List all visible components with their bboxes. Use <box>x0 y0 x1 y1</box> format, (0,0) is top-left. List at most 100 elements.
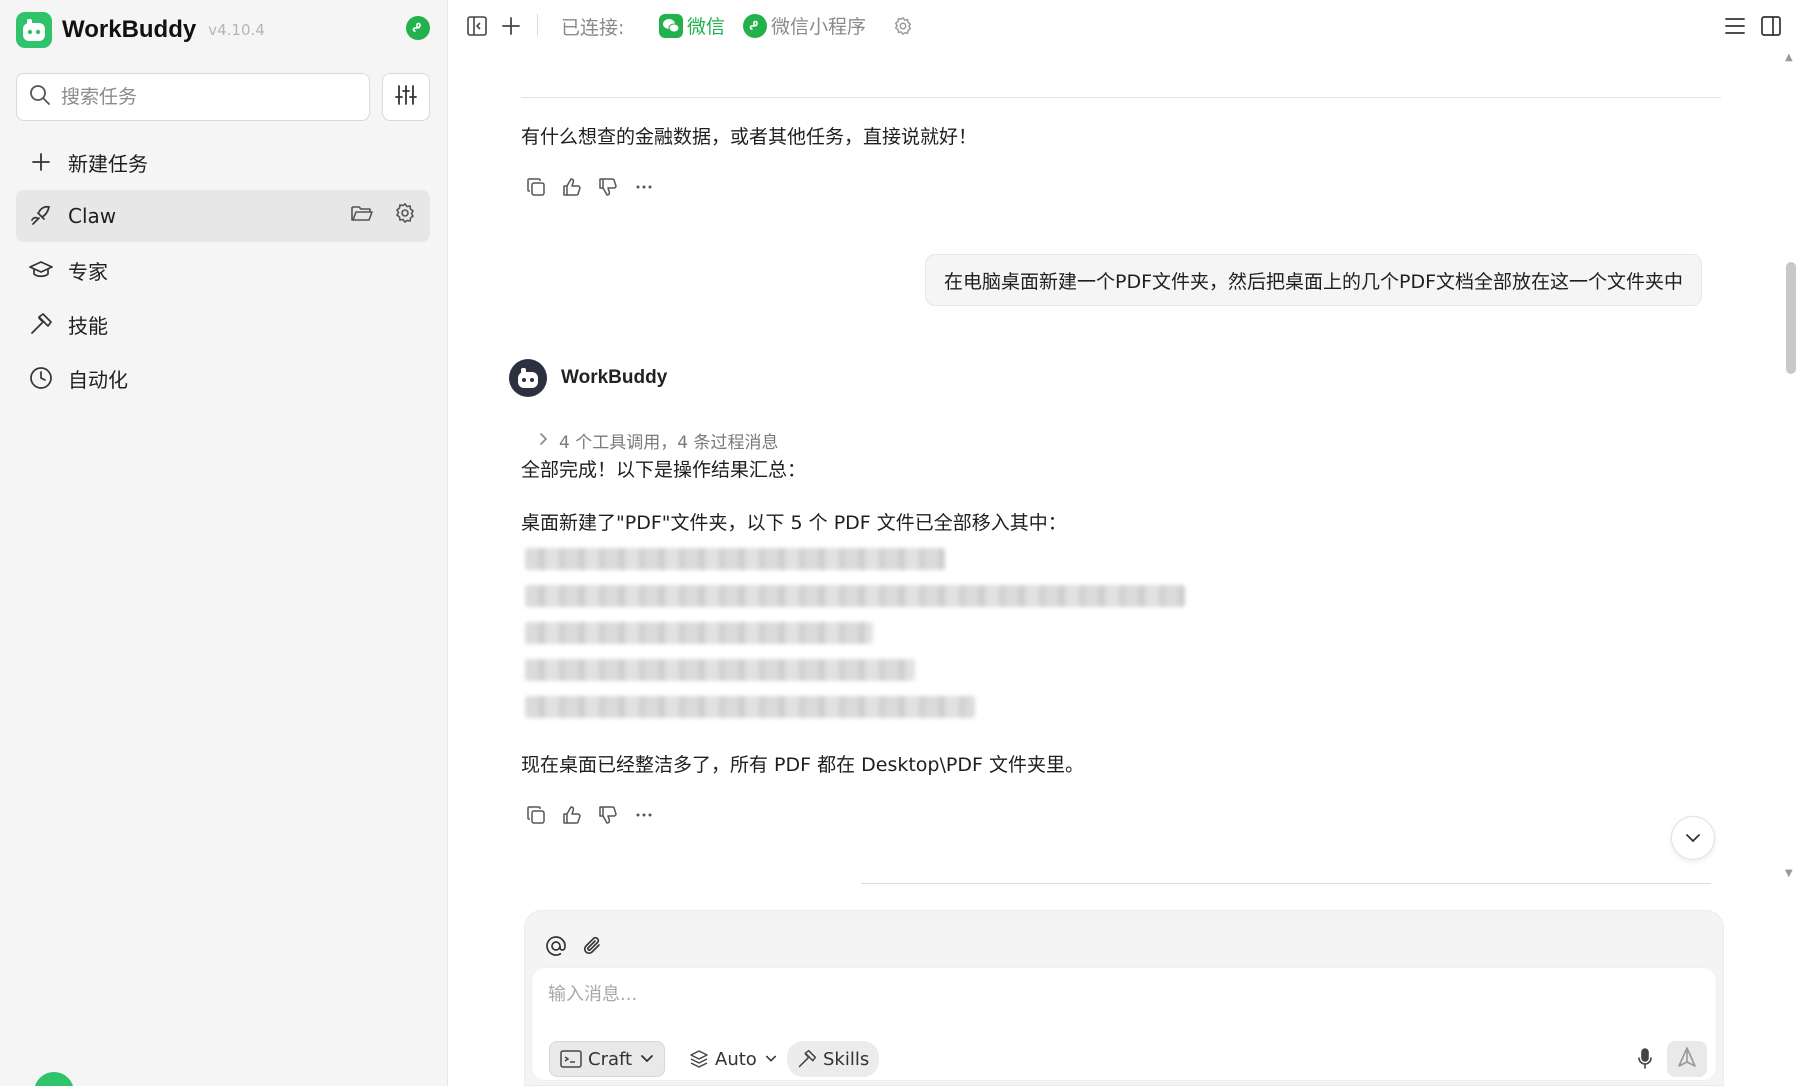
scroll-to-bottom-button[interactable] <box>1671 816 1715 860</box>
app-window: WorkBuddy v4.10.4 搜索任务 新建任务 Claw 专家 技能 自… <box>0 0 1798 1086</box>
message-divider <box>521 97 1721 98</box>
redacted-file-item <box>525 659 915 681</box>
menu-list-icon[interactable] <box>1723 14 1747 38</box>
more-options-icon[interactable] <box>633 176 655 198</box>
sidebar: WorkBuddy v4.10.4 搜索任务 新建任务 Claw 专家 技能 自… <box>0 0 448 1086</box>
user-avatar[interactable] <box>34 1072 74 1086</box>
workbuddy-logo-icon <box>16 12 52 48</box>
gear-icon[interactable] <box>394 202 416 229</box>
tool-calls-summary: 4 个工具调用，4 条过程消息 <box>559 433 779 453</box>
tool-hammer-icon <box>28 311 54 337</box>
search-icon <box>29 84 51 110</box>
chevron-down-icon <box>640 1054 654 1064</box>
wechat-icon <box>659 13 683 38</box>
layers-icon <box>689 1049 709 1069</box>
toolbar-divider <box>537 14 538 36</box>
version-label: v4.10.4 <box>208 21 265 39</box>
thumbs-up-icon[interactable] <box>561 804 583 826</box>
sliders-icon <box>395 84 417 110</box>
graduation-cap-icon <box>28 257 54 283</box>
scroll-thumb[interactable] <box>1786 262 1796 374</box>
redacted-file-item <box>525 585 1185 607</box>
sidebar-item-skills[interactable]: 技能 <box>16 298 430 350</box>
copy-icon[interactable] <box>525 176 547 198</box>
miniprogram-icon <box>743 13 767 38</box>
top-bar: 已连接: 微信 微信小程序 <box>449 0 1798 52</box>
clock-icon <box>28 365 54 391</box>
connection-wechat[interactable]: 微信 <box>659 12 725 39</box>
send-arrow-icon <box>1677 1046 1697 1072</box>
redacted-file-item <box>525 548 945 570</box>
user-message-bubble: 在电脑桌面新建一个PDF文件夹，然后把桌面上的几个PDF文档全部放在这一个文件夹… <box>925 254 1703 306</box>
mode-label: Craft <box>588 1048 633 1070</box>
thumbs-down-icon[interactable] <box>597 176 619 198</box>
model-label: Auto <box>715 1048 757 1070</box>
bot-name: WorkBuddy <box>561 367 668 388</box>
previous-reply-text: 有什么想查的金融数据，或者其他任务，直接说就好！ <box>521 126 978 148</box>
redacted-file-item <box>525 696 975 718</box>
chevron-down-icon <box>765 1054 777 1064</box>
new-chat-icon[interactable] <box>499 14 523 38</box>
connection-settings-gear-icon[interactable] <box>891 14 915 38</box>
folder-open-icon[interactable] <box>350 202 374 229</box>
model-selector[interactable]: Auto <box>679 1041 787 1077</box>
sidebar-item-label: Claw <box>68 204 117 228</box>
skills-label: Skills <box>823 1048 870 1070</box>
message-composer: Craft Auto Skills <box>524 910 1724 1086</box>
microphone-icon[interactable] <box>1631 1045 1659 1073</box>
bot-avatar <box>509 359 547 397</box>
scroll-up-arrow-icon[interactable]: ▲ <box>1785 52 1793 63</box>
redacted-file-item <box>525 622 873 644</box>
paperclip-icon[interactable] <box>581 935 603 961</box>
brand-name: WorkBuddy <box>62 16 197 43</box>
chevron-down-icon <box>1684 829 1702 848</box>
connected-label: 已连接: <box>561 17 625 39</box>
mention-at-icon[interactable] <box>545 935 567 961</box>
tool-calls-toggle[interactable]: 4 个工具调用，4 条过程消息 <box>537 428 778 453</box>
search-box[interactable] <box>16 73 370 121</box>
sidebar-item-label: 自动化 <box>68 367 128 392</box>
chevron-right-icon <box>537 431 549 451</box>
claw-icon <box>28 203 54 229</box>
claw-actions <box>350 202 416 229</box>
connection-miniprogram[interactable]: 微信小程序 <box>743 12 866 39</box>
sidebar-item-label: 新建任务 <box>68 151 148 176</box>
reply-folder-line: 桌面新建了"PDF"文件夹，以下 5 个 PDF 文件已全部移入其中： <box>521 512 1067 534</box>
sidebar-item-claw[interactable]: Claw <box>16 190 430 242</box>
connection-label: 微信小程序 <box>771 16 867 38</box>
reply-closing-line: 现在桌面已经整洁多了，所有 PDF 都在 Desktop\PDF 文件夹里。 <box>521 754 1084 776</box>
message-actions <box>525 804 655 826</box>
chat-scrollbar[interactable]: ▲ ▼ <box>1782 52 1798 890</box>
composer-tools <box>545 935 603 961</box>
sidebar-item-experts[interactable]: 专家 <box>16 244 430 296</box>
sidebar-item-automation[interactable]: 自动化 <box>16 352 430 404</box>
more-options-icon[interactable] <box>633 804 655 826</box>
terminal-icon <box>560 1049 582 1069</box>
brand: WorkBuddy v4.10.4 <box>16 10 265 50</box>
sidebar-nav: 新建任务 Claw 专家 技能 自动化 <box>16 136 430 406</box>
reply-summary-heading: 全部完成！以下是操作结果汇总： <box>521 459 807 481</box>
sidebar-item-label: 技能 <box>68 313 108 338</box>
plus-icon <box>28 149 54 175</box>
search-input[interactable] <box>61 86 341 108</box>
send-button[interactable] <box>1667 1041 1707 1077</box>
miniprogram-status-icon[interactable] <box>406 16 430 40</box>
thumbs-up-icon[interactable] <box>561 176 583 198</box>
sidebar-toggle-icon[interactable] <box>465 14 489 38</box>
skills-button[interactable]: Skills <box>787 1041 880 1077</box>
message-actions <box>525 176 655 198</box>
sidebar-item-label: 专家 <box>68 259 108 284</box>
composer-divider <box>861 883 1711 884</box>
message-input[interactable] <box>548 980 1648 1008</box>
filter-button[interactable] <box>382 73 430 121</box>
connection-label: 微信 <box>687 16 726 38</box>
thumbs-down-icon[interactable] <box>597 804 619 826</box>
user-message-text: 在电脑桌面新建一个PDF文件夹，然后把桌面上的几个PDF文档全部放在这一个文件夹… <box>944 270 1684 293</box>
panel-toggle-icon[interactable] <box>1759 14 1783 38</box>
copy-icon[interactable] <box>525 804 547 826</box>
scroll-down-arrow-icon[interactable]: ▼ <box>1785 868 1793 879</box>
sidebar-item-new-task[interactable]: 新建任务 <box>16 136 430 188</box>
chat-area: 有什么想查的金融数据，或者其他任务，直接说就好！ 在电脑桌面新建一个PDF文件夹… <box>449 52 1779 890</box>
tool-hammer-icon <box>797 1049 817 1069</box>
mode-selector[interactable]: Craft <box>549 1041 666 1077</box>
